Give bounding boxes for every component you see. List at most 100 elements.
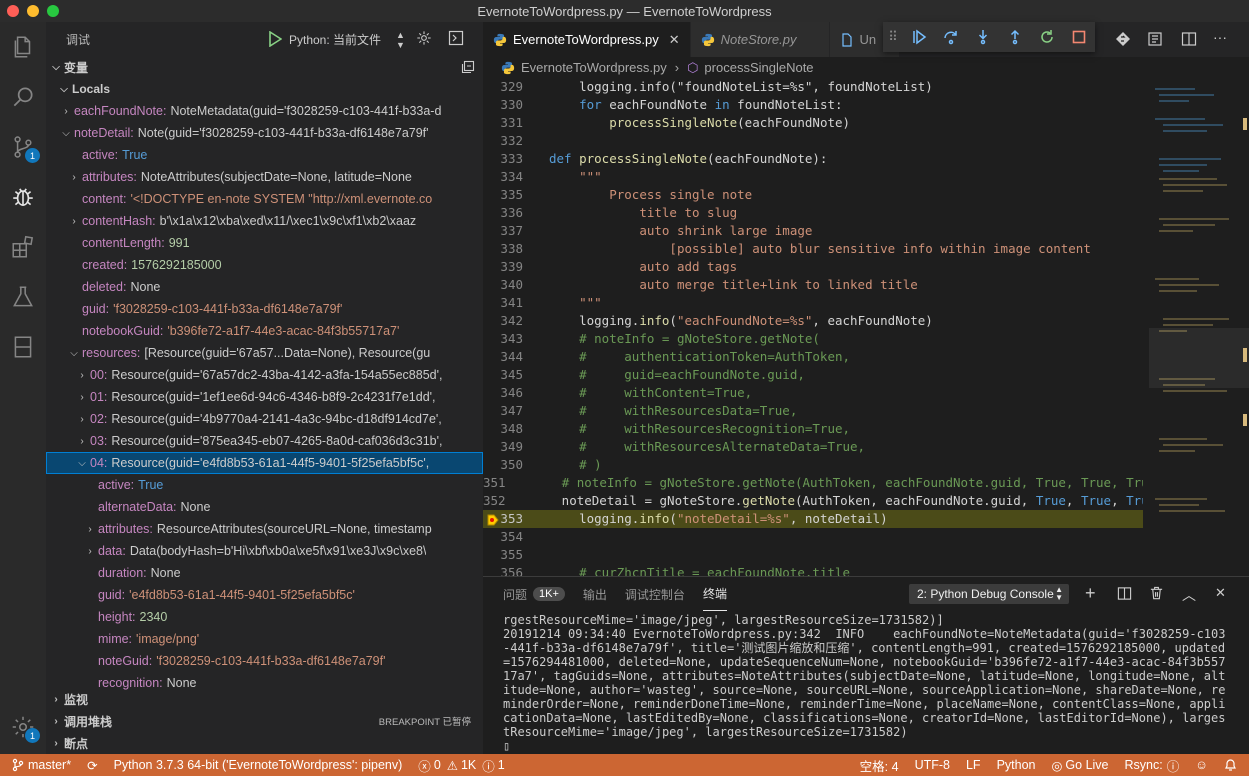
line-number[interactable]: 338 xyxy=(483,240,523,258)
line-number[interactable]: 333 xyxy=(483,150,523,168)
breadcrumb-file[interactable]: EvernoteToWordpress.py xyxy=(521,60,667,75)
eol-item[interactable]: LF xyxy=(958,754,989,776)
step-into-button[interactable] xyxy=(967,22,999,52)
variable-row[interactable]: › 01: Resource(guid='1ef1ee6d-94c6-4346-b8… xyxy=(46,386,483,408)
debug-icon[interactable] xyxy=(8,182,38,212)
variables-section-header[interactable]: ⌵ 变量 xyxy=(46,56,483,78)
variable-row[interactable]: › attributes: NoteAttributes(subjectDate=N… xyxy=(46,166,483,188)
golive-item[interactable]: ◎ Go Live xyxy=(1044,754,1117,776)
variable-row[interactable]: noteGuid:'f3028259-c103-441f-b33a-df6148… xyxy=(46,650,483,672)
step-out-button[interactable] xyxy=(999,22,1031,52)
tab-evernote-to-wordpress[interactable]: EvernoteToWordpress.py ✕ xyxy=(483,22,691,57)
code-line[interactable]: 354 xyxy=(483,528,1143,546)
code-line[interactable]: 341 """ xyxy=(483,294,1143,312)
gear-icon[interactable]: 1 xyxy=(8,712,40,743)
variable-row[interactable]: content: '<!DOCTYPE en-note SYSTEM "http:… xyxy=(46,188,483,210)
code-line[interactable]: 331 processSingleNote(eachFoundNote) xyxy=(483,114,1143,132)
chevron-right-icon[interactable]: › xyxy=(82,546,98,557)
notebook-icon[interactable] xyxy=(8,332,38,362)
variable-row[interactable]: guid:'f3028259-c103-441f-b33a-df6148e7a7… xyxy=(46,298,483,320)
line-number[interactable]: 356 xyxy=(483,564,523,576)
callstack-section-header[interactable]: › 调用堆栈 BREAKPOINT 已暂停 xyxy=(46,710,483,732)
zoom-window-button[interactable] xyxy=(47,5,59,17)
extensions-icon[interactable] xyxy=(8,232,38,262)
line-number[interactable]: 342 xyxy=(483,312,523,330)
line-number[interactable]: 345 xyxy=(483,366,523,384)
line-number[interactable]: 340 xyxy=(483,276,523,294)
git-compare-icon[interactable] xyxy=(1115,31,1131,50)
line-number[interactable]: 331 xyxy=(483,114,523,132)
close-window-button[interactable] xyxy=(7,5,19,17)
indentation-item[interactable]: 空格: 4 xyxy=(852,754,907,776)
code-line[interactable]: 333 def processSingleNote(eachFoundNote): xyxy=(483,150,1143,168)
start-debugging-icon[interactable] xyxy=(268,30,283,50)
chevron-right-icon[interactable]: › xyxy=(66,172,82,183)
preview-icon[interactable] xyxy=(1147,31,1163,50)
variable-row[interactable]: duration: None xyxy=(46,562,483,584)
code-line[interactable]: 346 # withContent=True, xyxy=(483,384,1143,402)
line-number[interactable]: 337 xyxy=(483,222,523,240)
line-number[interactable]: 341 xyxy=(483,294,523,312)
current-code-line[interactable]: 353 logging.info("noteDetail=%s", noteDe… xyxy=(483,510,1143,528)
chevron-down-icon[interactable]: ⌵ xyxy=(58,128,74,139)
more-actions-icon[interactable]: ··· xyxy=(1213,29,1227,45)
branch-item[interactable]: master* xyxy=(0,754,79,776)
split-editor-icon[interactable] xyxy=(1181,31,1197,50)
code-line[interactable]: 345 # guid=eachFoundNote.guid, xyxy=(483,366,1143,384)
line-number[interactable]: 332 xyxy=(483,132,523,150)
line-number[interactable]: 349 xyxy=(483,438,523,456)
chevron-right-icon[interactable]: › xyxy=(74,392,90,403)
encoding-item[interactable]: UTF-8 xyxy=(907,754,958,776)
code-line[interactable]: 336 title to slug xyxy=(483,204,1143,222)
code-line[interactable]: 338 [possible] auto blur sensitive info … xyxy=(483,240,1143,258)
code-line[interactable]: 351 # noteInfo = gNoteStore.getNote(Auth… xyxy=(483,474,1143,492)
notifications-icon[interactable] xyxy=(1216,754,1249,776)
source-control-icon[interactable]: 1 xyxy=(8,132,40,163)
collapse-all-icon[interactable] xyxy=(461,60,475,77)
restart-button[interactable] xyxy=(1031,22,1063,52)
tab-output[interactable]: 输出 xyxy=(583,577,607,611)
gear-icon[interactable] xyxy=(416,30,432,49)
variable-row[interactable]: › attributes: ResourceAttributes(sourceURL… xyxy=(46,518,483,540)
tab-debug-console[interactable]: 调试控制台 xyxy=(625,577,685,611)
line-number[interactable]: 348 xyxy=(483,420,523,438)
code-line[interactable]: 339 auto add tags xyxy=(483,258,1143,276)
chevron-right-icon[interactable]: › xyxy=(74,370,90,381)
split-terminal-icon[interactable] xyxy=(1117,586,1132,604)
search-icon[interactable] xyxy=(8,82,38,112)
stop-button[interactable] xyxy=(1063,22,1095,52)
chevron-down-icon[interactable]: ⌵ xyxy=(66,348,82,359)
explorer-icon[interactable] xyxy=(8,32,38,62)
code-line[interactable]: 332 xyxy=(483,132,1143,150)
code-line[interactable]: 350 # ) xyxy=(483,456,1143,474)
code-line[interactable]: 337 auto shrink large image xyxy=(483,222,1143,240)
line-number[interactable]: 347 xyxy=(483,402,523,420)
code-line[interactable]: 340 auto merge title+link to linked titl… xyxy=(483,276,1143,294)
variable-row[interactable]: active: True xyxy=(46,144,483,166)
variable-row[interactable]: › 00: Resource(guid='67a57dc2-43ba-4142-a3… xyxy=(46,364,483,386)
variable-row[interactable]: height: 2340 xyxy=(46,606,483,628)
tab-problems[interactable]: 问题 1K+ xyxy=(503,577,565,611)
variable-row[interactable]: ⌵ 04: Resource(guid='e4fd8b53-61a1-44f5-94… xyxy=(46,452,483,474)
variable-row[interactable]: notebookGuid:'b396fe72-a1f7-44e3-acac-84… xyxy=(46,320,483,342)
debug-config-select[interactable]: Python: 当前文件 xyxy=(289,31,381,48)
code-line[interactable]: 355 xyxy=(483,546,1143,564)
chevron-up-icon[interactable]: ︿ xyxy=(1182,585,1196,605)
variable-row[interactable]: active: True xyxy=(46,474,483,496)
watch-section-header[interactable]: › 监视 xyxy=(46,688,483,710)
variable-row[interactable]: alternateData: None xyxy=(46,496,483,518)
continue-button[interactable] xyxy=(903,22,935,52)
line-number[interactable]: 330 xyxy=(483,96,523,114)
code-line[interactable]: 344 # authenticationToken=AuthToken, xyxy=(483,348,1143,366)
code-line[interactable]: 352 noteDetail = gNoteStore.getNote(Auth… xyxy=(483,492,1143,510)
line-number[interactable]: 344 xyxy=(483,348,523,366)
variable-row[interactable]: › contentHash: b'\x1a\x12\xba\xed\x11/\xec… xyxy=(46,210,483,232)
line-number[interactable]: 346 xyxy=(483,384,523,402)
chevron-right-icon[interactable]: › xyxy=(66,216,82,227)
interpreter-item[interactable]: Python 3.7.3 64-bit ('EvernoteToWordpres… xyxy=(106,754,411,776)
chevron-right-icon[interactable]: › xyxy=(74,414,90,425)
trash-icon[interactable] xyxy=(1149,585,1164,604)
variable-row[interactable]: ⌵ resources: [Resource(guid='67a57...Data=… xyxy=(46,342,483,364)
chevron-right-icon[interactable]: › xyxy=(58,106,74,117)
code-line[interactable]: 342 logging.info("eachFoundNote=%s", eac… xyxy=(483,312,1143,330)
